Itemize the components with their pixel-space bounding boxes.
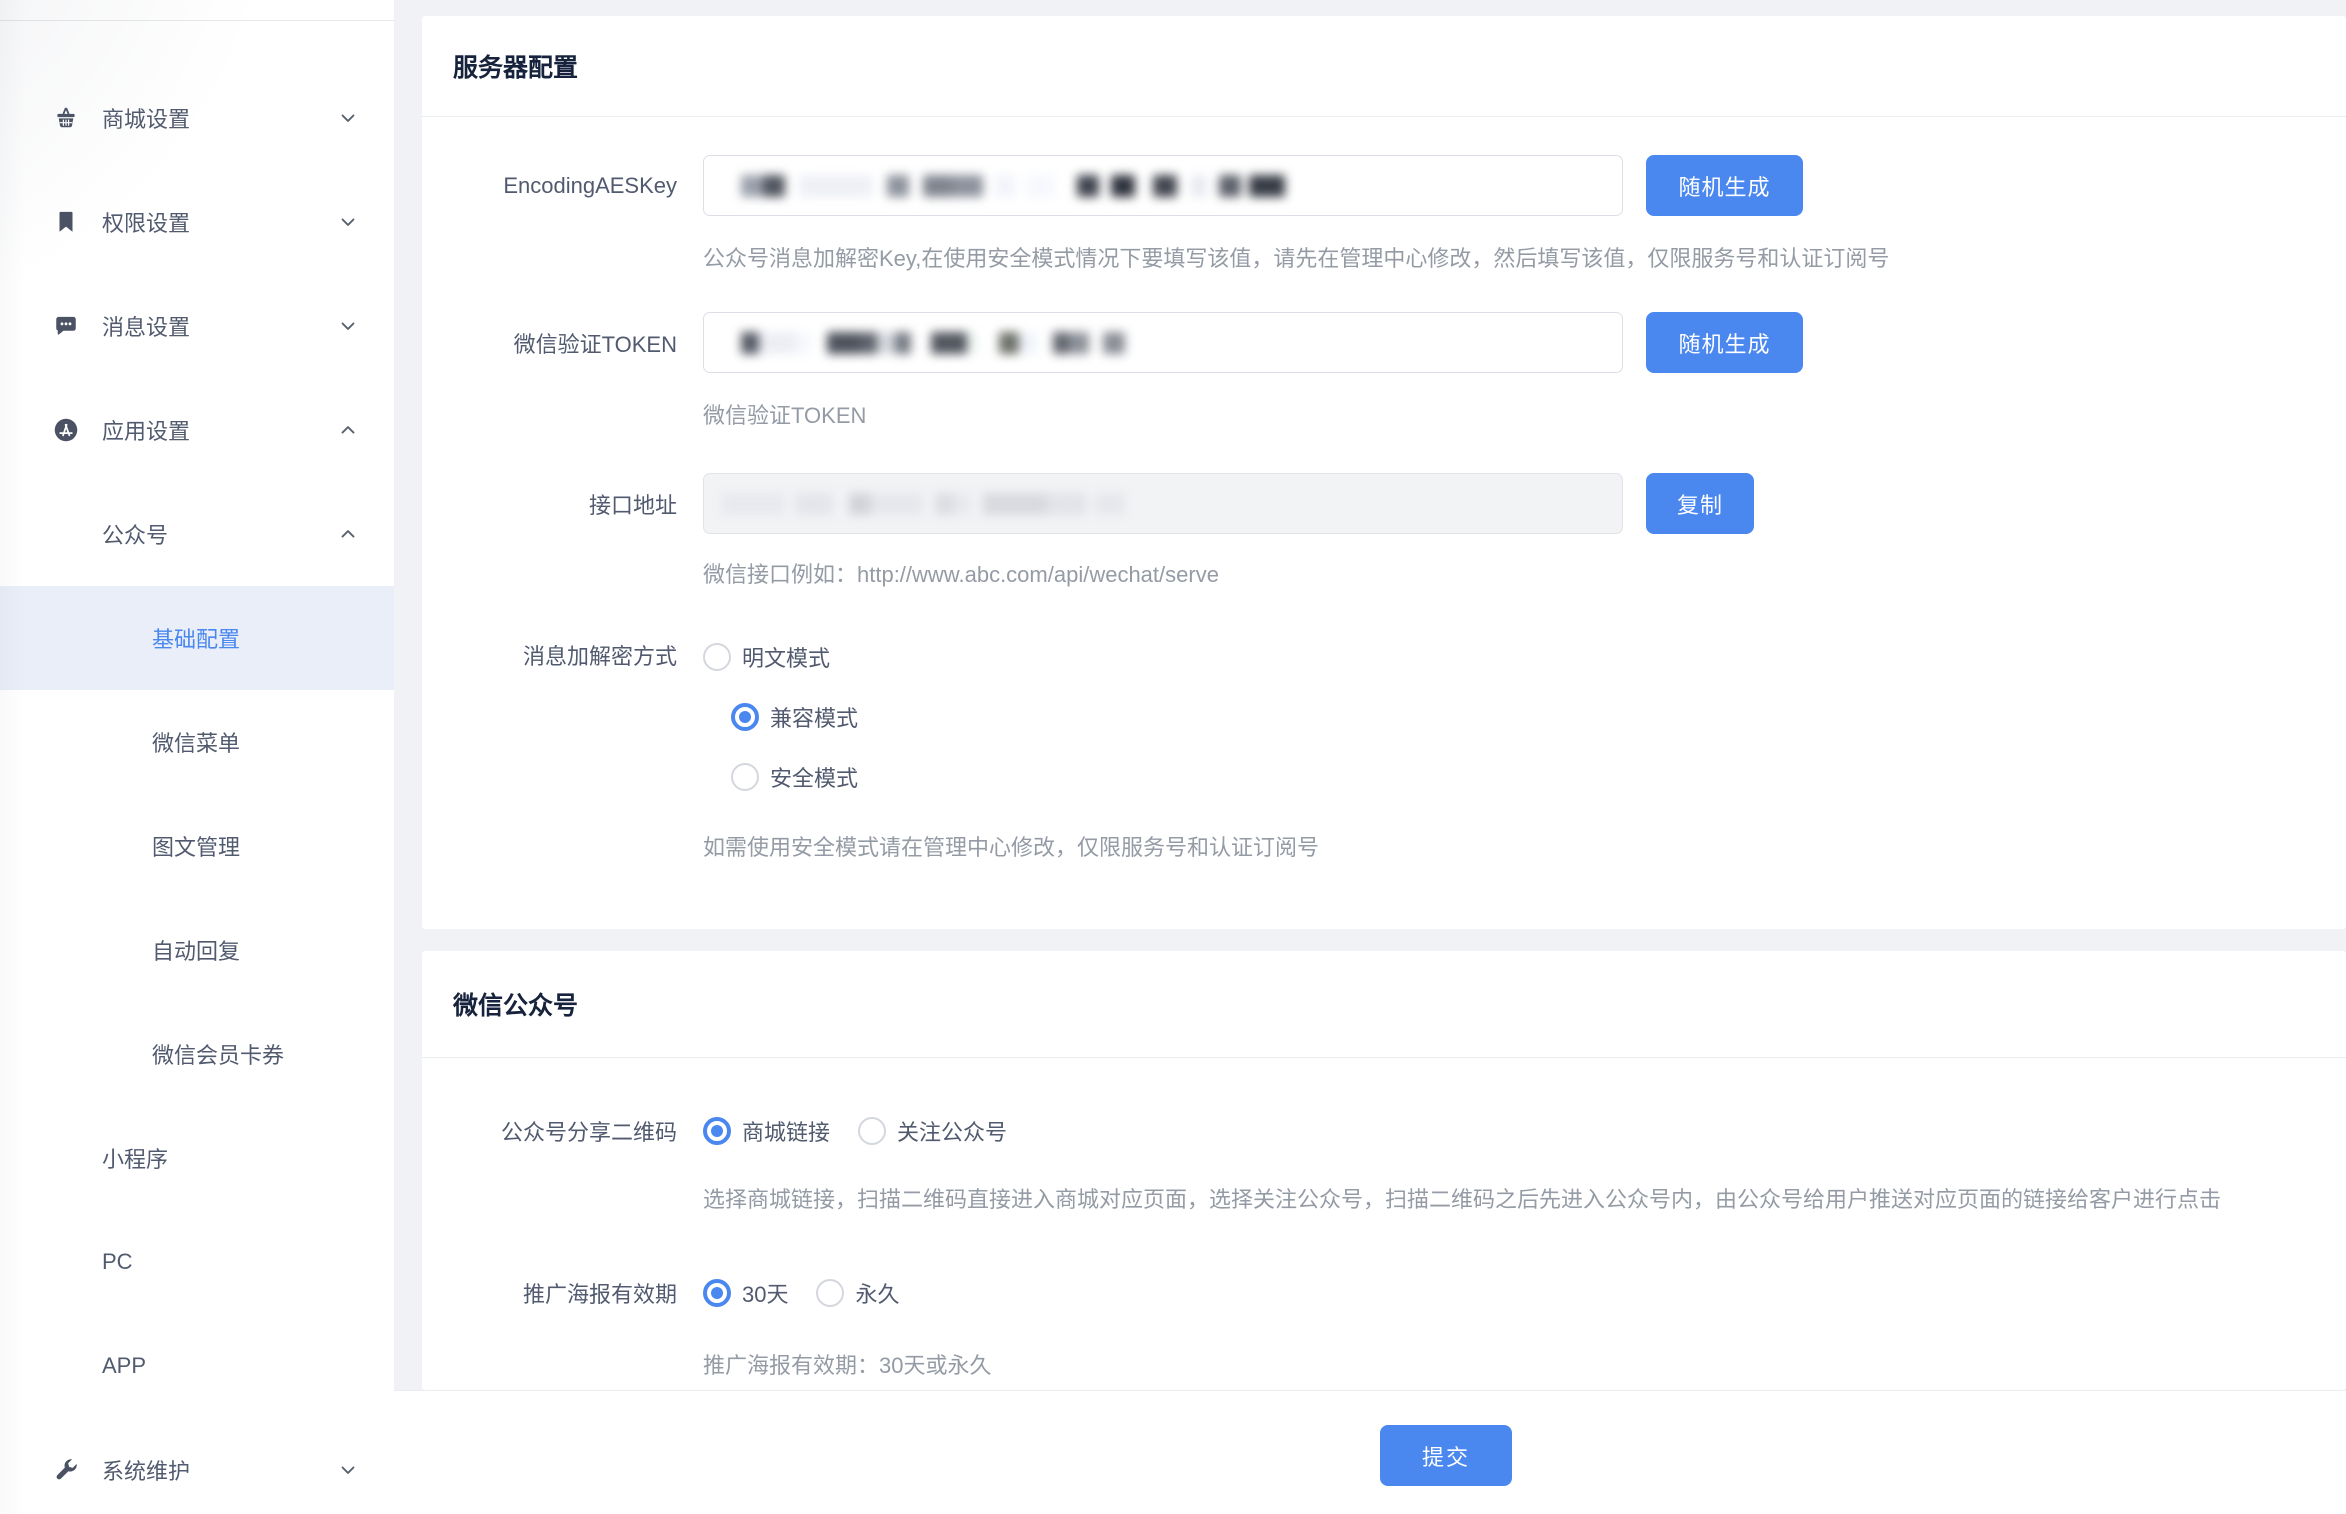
sidebar-item-label: 商城设置 (102, 102, 190, 134)
chevron-down-icon (337, 107, 359, 129)
token-generate-button[interactable]: 随机生成 (1646, 312, 1803, 373)
redacted-value (704, 156, 1622, 215)
form-row-api-url: 接口地址 复制 (422, 473, 2346, 534)
qr-radio-group: 商城链接关注公众号 (703, 1116, 1007, 1146)
chevron-up-icon (337, 523, 359, 545)
sidebar-item-official-account[interactable]: 公众号 (0, 482, 394, 586)
wrench-icon (53, 1457, 79, 1483)
sidebar-item-mini-program[interactable]: 小程序 (0, 1106, 394, 1210)
sidebar-menu: 商城设置权限设置消息设置应用设置公众号基础配置微信菜单图文管理自动回复微信会员卡… (0, 66, 394, 1514)
token-input[interactable] (703, 312, 1623, 373)
sidebar-item-label: 自动回复 (152, 934, 240, 966)
radio-circle-icon (816, 1279, 844, 1307)
sidebar-item-label: APP (102, 1353, 146, 1379)
api-url-input (703, 473, 1623, 534)
copy-button[interactable]: 复制 (1646, 473, 1754, 534)
qr-label: 公众号分享二维码 (422, 1115, 703, 1147)
redacted-value (704, 313, 1622, 372)
chevron-down-icon (337, 1459, 359, 1481)
aeskey-label: EncodingAESKey (422, 173, 703, 199)
sidebar-item-shop-settings[interactable]: 商城设置 (0, 66, 394, 170)
radio-circle-icon (731, 703, 759, 731)
wechat-mp-title: 微信公众号 (422, 951, 2346, 1058)
sidebar-item-label: 基础配置 (152, 622, 240, 654)
radio-option[interactable]: 安全模式 (731, 762, 858, 792)
radio-option[interactable]: 30天 (703, 1278, 788, 1308)
aeskey-input[interactable] (703, 155, 1623, 216)
sidebar-item-wechat-menu[interactable]: 微信菜单 (0, 690, 394, 794)
encrypt-mode-help: 如需使用安全模式请在管理中心修改，仅限服务号和认证订阅号 (703, 836, 2346, 860)
token-label: 微信验证TOKEN (422, 327, 703, 359)
sidebar-item-label: 图文管理 (152, 830, 240, 862)
chevron-down-icon (337, 211, 359, 233)
sidebar-divider (0, 20, 394, 21)
sidebar-item-basic-config[interactable]: 基础配置 (0, 586, 394, 690)
sidebar: 商城设置权限设置消息设置应用设置公众号基础配置微信菜单图文管理自动回复微信会员卡… (0, 0, 394, 1514)
radio-circle-icon (858, 1117, 886, 1145)
form-row-encrypt-mode: 消息加解密方式 明文模式兼容模式安全模式 (422, 642, 2346, 792)
sidebar-item-permission-settings[interactable]: 权限设置 (0, 170, 394, 274)
submit-bar: 提交 (394, 1390, 2346, 1514)
radio-option[interactable]: 商城链接 (703, 1116, 830, 1146)
poster-label: 推广海报有效期 (422, 1277, 703, 1309)
radio-option[interactable]: 明文模式 (703, 642, 858, 672)
server-config-card: 服务器配置 EncodingAESKey 随机生成 公众号消息加解密Key,在使… (422, 16, 2346, 929)
sidebar-item-label: 应用设置 (102, 414, 190, 446)
main-content: 服务器配置 EncodingAESKey 随机生成 公众号消息加解密Key,在使… (394, 0, 2346, 1390)
sidebar-item-label: 消息设置 (102, 310, 190, 342)
form-row-aeskey: EncodingAESKey 随机生成 (422, 155, 2346, 216)
form-row-token: 微信验证TOKEN 随机生成 (422, 312, 2346, 373)
api-url-label: 接口地址 (422, 488, 703, 520)
sidebar-item-pc[interactable]: PC (0, 1210, 394, 1314)
sidebar-item-message-settings[interactable]: 消息设置 (0, 274, 394, 378)
sidebar-item-wechat-member-card[interactable]: 微信会员卡券 (0, 1002, 394, 1106)
sidebar-item-system-maintenance[interactable]: 系统维护 (0, 1418, 394, 1514)
qr-help: 选择商城链接，扫描二维码直接进入商城对应页面，选择关注公众号，扫描二维码之后先进… (703, 1188, 2346, 1212)
radio-option[interactable]: 永久 (816, 1278, 899, 1308)
poster-help: 推广海报有效期：30天或永久 (703, 1354, 2346, 1378)
sidebar-item-app-settings[interactable]: 应用设置 (0, 378, 394, 482)
chat-icon (53, 313, 79, 339)
redacted-value (704, 474, 1622, 533)
sidebar-item-label: 微信菜单 (152, 726, 240, 758)
sidebar-item-auto-reply[interactable]: 自动回复 (0, 898, 394, 1002)
basket-icon (53, 105, 79, 131)
encrypt-mode-radio-group: 明文模式兼容模式安全模式 (703, 642, 858, 792)
appstore-icon (53, 417, 79, 443)
aeskey-help: 公众号消息加解密Key,在使用安全模式情况下要填写该值，请先在管理中心修改，然后… (703, 247, 2346, 271)
sidebar-item-article-manage[interactable]: 图文管理 (0, 794, 394, 898)
api-url-help: 微信接口例如：http://www.abc.com/api/wechat/ser… (703, 563, 2346, 587)
radio-option[interactable]: 兼容模式 (731, 702, 858, 732)
aeskey-generate-button[interactable]: 随机生成 (1646, 155, 1803, 216)
radio-circle-icon (731, 763, 759, 791)
submit-button[interactable]: 提交 (1380, 1425, 1512, 1486)
form-row-poster: 推广海报有效期 30天永久 (422, 1277, 2346, 1309)
sidebar-item-label: 系统维护 (102, 1454, 190, 1486)
sidebar-item-label: 微信会员卡券 (152, 1038, 284, 1070)
radio-circle-icon (703, 1279, 731, 1307)
chevron-up-icon (337, 419, 359, 441)
radio-option[interactable]: 关注公众号 (858, 1116, 1007, 1146)
bookmark-icon (53, 209, 79, 235)
sidebar-item-label: PC (102, 1249, 133, 1275)
wechat-mp-card: 微信公众号 公众号分享二维码 商城链接关注公众号 选择商城链接，扫描二维码直接进… (422, 951, 2346, 1390)
radio-circle-icon (703, 643, 731, 671)
sidebar-item-app[interactable]: APP (0, 1314, 394, 1418)
sidebar-item-label: 权限设置 (102, 206, 190, 238)
poster-radio-group: 30天永久 (703, 1278, 900, 1308)
sidebar-item-label: 小程序 (102, 1142, 168, 1174)
radio-circle-icon (703, 1117, 731, 1145)
encrypt-mode-label: 消息加解密方式 (422, 642, 703, 672)
form-row-qr: 公众号分享二维码 商城链接关注公众号 (422, 1115, 2346, 1147)
server-config-title: 服务器配置 (422, 16, 2346, 117)
chevron-down-icon (337, 315, 359, 337)
token-help: 微信验证TOKEN (703, 404, 2346, 428)
sidebar-item-label: 公众号 (102, 518, 168, 550)
